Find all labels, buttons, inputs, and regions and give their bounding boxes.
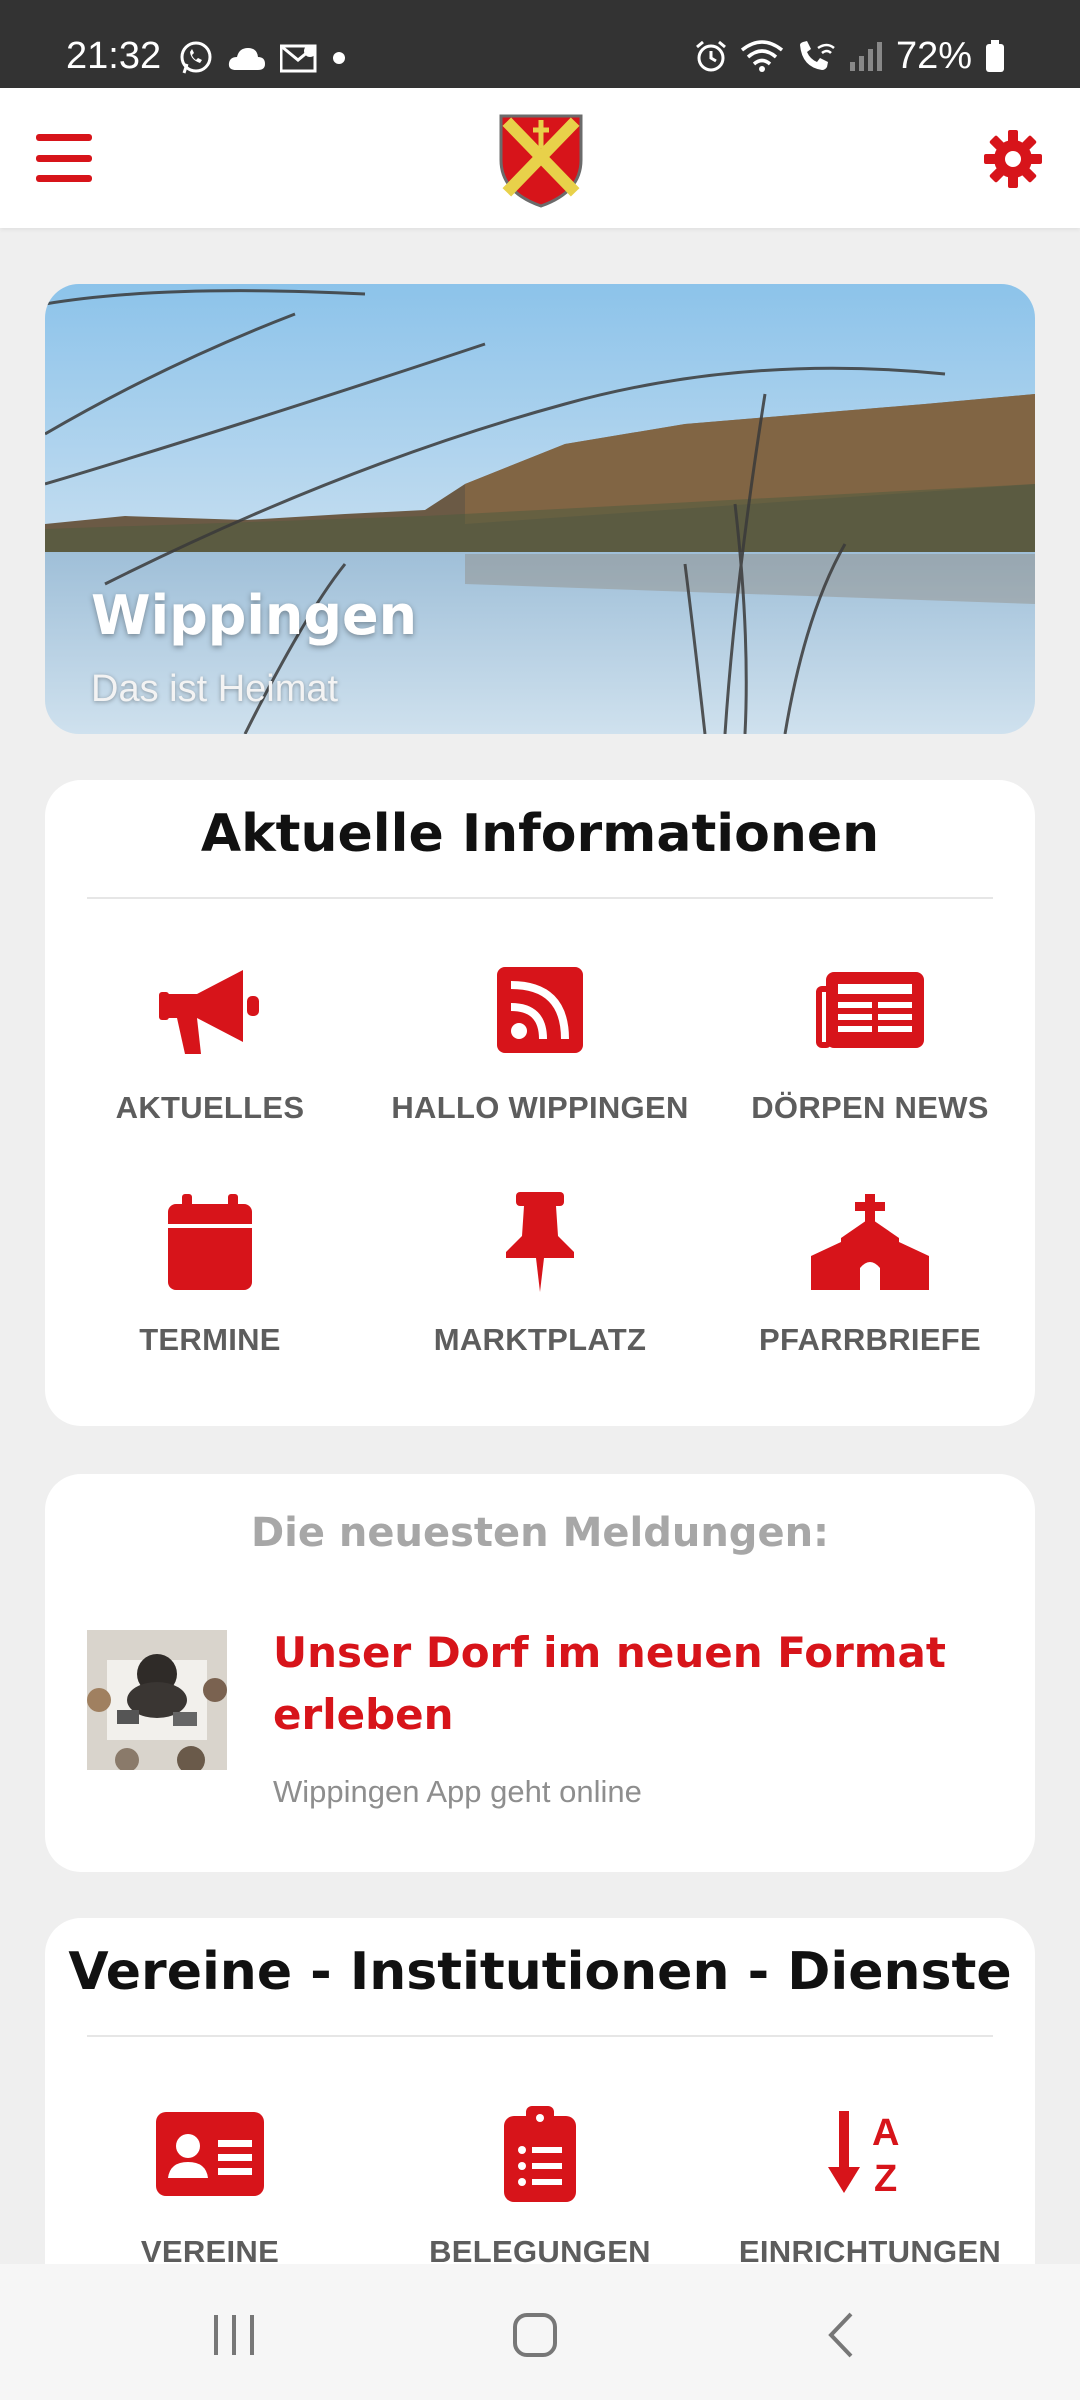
home-glyph [513,2313,557,2357]
tile-label: MARKTPLATZ [433,1322,647,1357]
alarm-icon [695,40,726,72]
pushpin-icon [506,1192,574,1292]
info-card: Aktuelle Informationen AKTUELLES HALLO W… [45,780,1035,1426]
hero-title: Wippingen [91,584,418,647]
gear-icon[interactable] [982,128,1044,190]
newspaper-icon [816,972,924,1048]
id-card-icon [156,2112,264,2196]
home-icon[interactable] [500,2300,570,2370]
tile-doerpen-news[interactable]: DÖRPEN NEWS [705,960,1035,1192]
info-section-title: Aktuelle Informationen [200,804,880,864]
divider [87,2035,993,2037]
hero-subtitle: Das ist Heimat [91,668,339,710]
news-card: Die neuesten Meldungen: Unser Dorf im ne… [45,1474,1035,1872]
tile-label: DÖRPEN NEWS [751,1090,989,1125]
dot-icon [333,52,345,64]
back-glyph [828,2312,853,2358]
hero-banner[interactable]: Wippingen Das ist Heimat [45,284,1035,734]
divider [87,897,993,899]
tile-pfarrbriefe[interactable]: PFARRBRIEFE [705,1192,1035,1424]
signal-icon [849,42,882,71]
rss-feed-icon [497,967,583,1053]
wifi-call-icon [799,41,835,70]
battery-percentage: 72% [895,35,972,77]
tile-marktplatz[interactable]: MARKTPLATZ [375,1192,705,1424]
app-header [0,88,1080,228]
status-time: 21:32 [66,35,162,77]
news-heading: Die neuesten Meldungen: [250,1510,830,1556]
calendar-icon [168,1194,252,1290]
tile-aktuelles[interactable]: AKTUELLES [45,960,375,1192]
church-icon [811,1194,929,1290]
svg-text:A: A [872,2112,899,2154]
news-article-title[interactable]: Unser Dorf im neuen Format erleben [273,1622,953,1746]
recent-apps-glyph [214,2315,254,2355]
tile-label: TERMINE [139,1322,281,1357]
hamburger-menu-icon[interactable] [36,134,92,182]
municipal-crest-logo[interactable] [482,88,600,228]
system-nav-bar [0,2264,1080,2400]
tile-label: AKTUELLES [115,1090,305,1125]
mail-icon [280,44,317,73]
sort-a-z-icon: A Z [828,2111,899,2199]
crest-icon [499,114,583,208]
whatsapp-icon [180,41,212,74]
cloud-icon [228,48,265,70]
org-section-title: Vereine - Institutionen - Dienste [68,1942,1012,2002]
news-thumbnail[interactable] [87,1630,227,1770]
tile-label: HALLO WIPPINGEN [391,1090,689,1125]
lake-landscape-image [45,284,1035,734]
news-article-subtitle: Wippingen App geht online [273,1774,642,1809]
notification-icons [178,40,346,76]
recent-apps-icon[interactable] [200,2300,270,2370]
svg-text:Z: Z [874,2158,897,2199]
tile-termine[interactable]: TERMINE [45,1192,375,1424]
meeting-photo-image [87,1630,227,1770]
back-icon[interactable] [806,2300,876,2370]
clipboard-list-icon [504,2106,576,2202]
battery-icon [986,40,1004,72]
tile-label: PFARRBRIEFE [758,1322,982,1357]
wifi-icon [740,40,784,72]
tile-hallo-wippingen[interactable]: HALLO WIPPINGEN [375,960,705,1192]
megaphone-icon [159,970,259,1054]
status-bar: 21:32 72% [0,0,1080,88]
